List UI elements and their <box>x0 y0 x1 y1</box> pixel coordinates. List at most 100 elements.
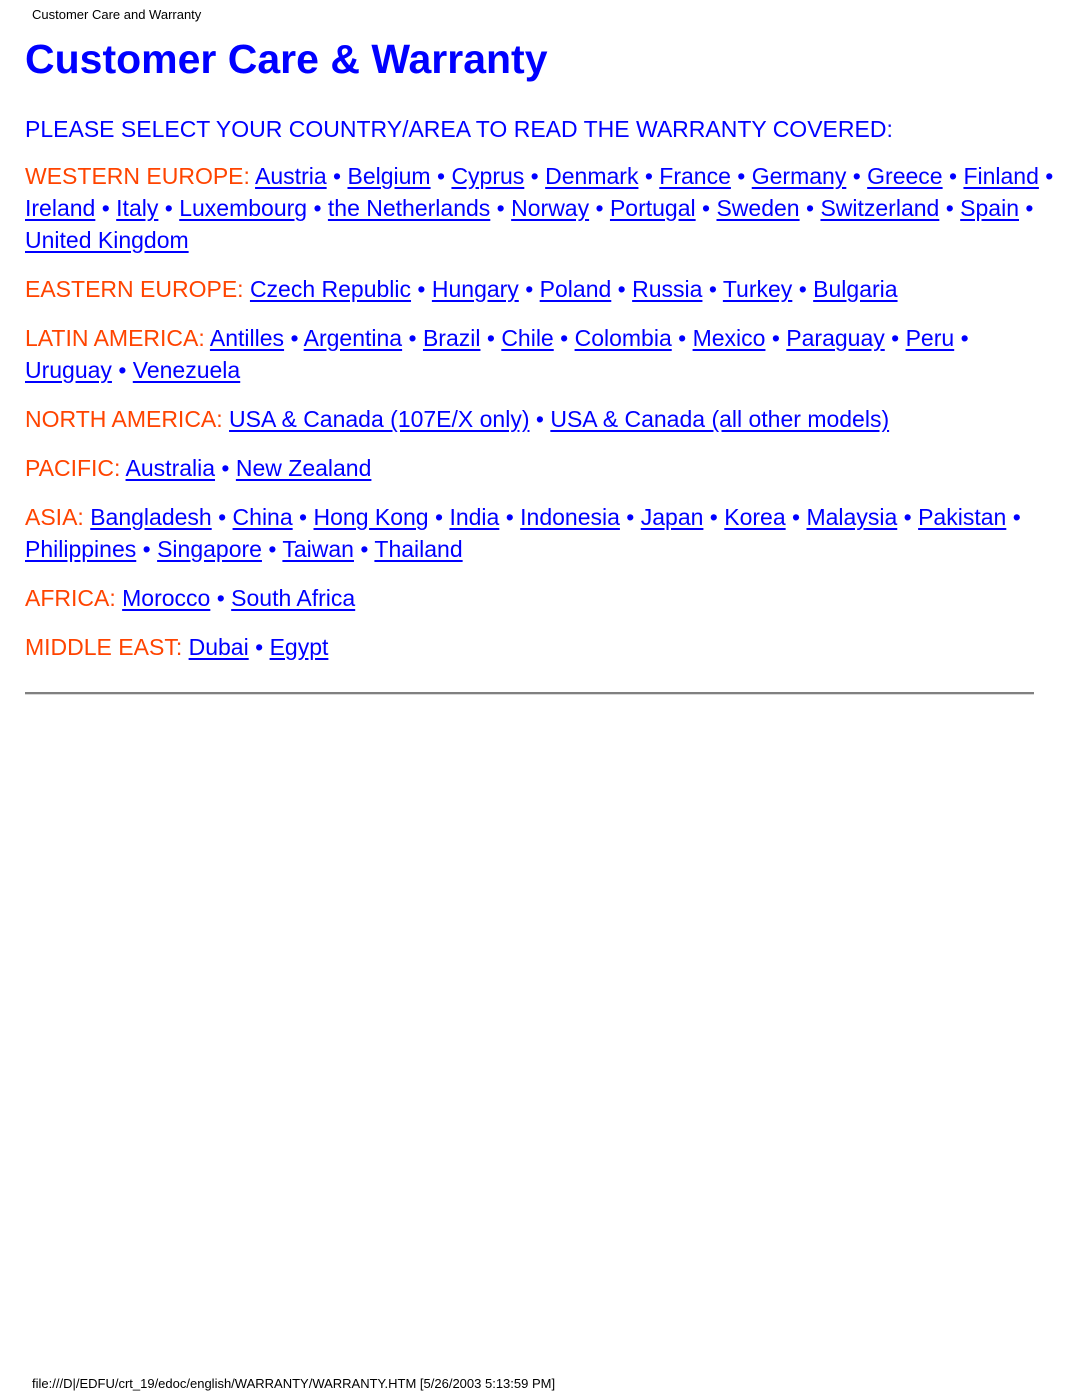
country-link[interactable]: Korea <box>724 504 785 530</box>
bullet-separator: • <box>284 325 304 351</box>
bullet-separator: • <box>954 325 969 351</box>
country-link[interactable]: Greece <box>867 163 942 189</box>
country-link[interactable]: Finland <box>963 163 1038 189</box>
country-link[interactable]: Pakistan <box>918 504 1006 530</box>
country-link[interactable]: Spain <box>960 195 1019 221</box>
country-link[interactable]: Malaysia <box>806 504 897 530</box>
bullet-separator: • <box>765 325 787 351</box>
bullet-separator: • <box>402 325 423 351</box>
bullet-separator: • <box>695 195 717 221</box>
country-link[interactable]: Luxembourg <box>179 195 307 221</box>
country-link[interactable]: United Kingdom <box>25 227 189 253</box>
bullet-separator: • <box>611 276 633 302</box>
region-pacific: PACIFIC: Australia • New Zealand <box>25 452 1055 484</box>
country-link[interactable]: Belgium <box>347 163 430 189</box>
bullet-separator: • <box>942 163 964 189</box>
bullet-separator: • <box>326 163 348 189</box>
country-link[interactable]: Czech Republic <box>250 276 411 302</box>
bullet-separator: • <box>897 504 919 530</box>
bullet-separator: • <box>619 504 641 530</box>
region-label: PACIFIC: <box>25 455 121 481</box>
bullet-separator: • <box>785 504 807 530</box>
country-link[interactable]: Denmark <box>545 163 638 189</box>
bullet-separator: • <box>524 163 546 189</box>
country-link[interactable]: Hong Kong <box>314 504 429 530</box>
country-link[interactable]: South Africa <box>231 585 355 611</box>
country-link[interactable]: Mexico <box>693 325 766 351</box>
region-africa: AFRICA: Morocco • South Africa <box>25 582 1055 614</box>
country-link[interactable]: Dubai <box>189 634 249 660</box>
country-link[interactable]: Argentina <box>304 325 402 351</box>
country-link[interactable]: USA & Canada (107E/X only) <box>229 406 529 432</box>
bullet-separator: • <box>111 357 133 383</box>
bullet-separator: • <box>671 325 693 351</box>
region-label: LATIN AMERICA: <box>25 325 205 351</box>
bullet-separator: • <box>589 195 610 221</box>
country-link[interactable]: China <box>233 504 293 530</box>
country-link[interactable]: Ireland <box>25 195 95 221</box>
country-link[interactable]: the Netherlands <box>328 195 490 221</box>
country-link[interactable]: India <box>449 504 499 530</box>
bullet-separator: • <box>248 634 270 660</box>
country-link[interactable]: Colombia <box>575 325 672 351</box>
country-link[interactable]: Hungary <box>432 276 519 302</box>
country-link[interactable]: Bangladesh <box>90 504 212 530</box>
country-link[interactable]: Turkey <box>723 276 792 302</box>
country-link[interactable]: Thailand <box>374 536 462 562</box>
country-link[interactable]: Indonesia <box>520 504 620 530</box>
country-link[interactable]: USA & Canada (all other models) <box>550 406 889 432</box>
region-label: EASTERN EUROPE: <box>25 276 244 302</box>
bullet-separator: • <box>430 163 452 189</box>
country-link[interactable]: France <box>659 163 731 189</box>
bullet-separator: • <box>411 276 432 302</box>
country-link[interactable]: Antilles <box>210 325 284 351</box>
country-link[interactable]: Brazil <box>423 325 481 351</box>
bullet-separator: • <box>292 504 314 530</box>
region-western-europe: WESTERN EUROPE: Austria • Belgium • Cypr… <box>25 160 1055 256</box>
bullet-separator: • <box>210 585 232 611</box>
bullet-separator: • <box>158 195 180 221</box>
country-link[interactable]: Norway <box>511 195 589 221</box>
country-link[interactable]: Italy <box>116 195 158 221</box>
bullet-separator: • <box>490 195 512 221</box>
country-link[interactable]: Taiwan <box>282 536 354 562</box>
country-link[interactable]: New Zealand <box>236 455 372 481</box>
country-link[interactable]: Germany <box>752 163 847 189</box>
country-link[interactable]: Australia <box>126 455 215 481</box>
country-link[interactable]: Egypt <box>270 634 329 660</box>
print-footer: file:///D|/EDFU/crt_19/edoc/english/WARR… <box>32 1376 556 1391</box>
region-label: WESTERN EUROPE: <box>25 163 250 189</box>
country-link[interactable]: Portugal <box>610 195 696 221</box>
bullet-separator: • <box>553 325 575 351</box>
country-link[interactable]: Russia <box>632 276 702 302</box>
country-link[interactable]: Cyprus <box>451 163 524 189</box>
bullet-separator: • <box>846 163 868 189</box>
country-link[interactable]: Singapore <box>157 536 262 562</box>
country-link[interactable]: Switzerland <box>820 195 939 221</box>
country-link[interactable]: Chile <box>501 325 553 351</box>
bullet-separator: • <box>261 536 283 562</box>
region-north-america: NORTH AMERICA: USA & Canada (107E/X only… <box>25 403 1055 435</box>
country-link[interactable]: Japan <box>641 504 704 530</box>
region-label: NORTH AMERICA: <box>25 406 223 432</box>
bullet-separator: • <box>499 504 521 530</box>
country-link[interactable]: Philippines <box>25 536 136 562</box>
region-list: WESTERN EUROPE: Austria • Belgium • Cypr… <box>25 160 1055 680</box>
country-link[interactable]: Austria <box>255 163 327 189</box>
country-link[interactable]: Peru <box>906 325 955 351</box>
bullet-separator: • <box>518 276 540 302</box>
country-link[interactable]: Paraguay <box>786 325 884 351</box>
bullet-separator: • <box>211 504 233 530</box>
country-link[interactable]: Uruguay <box>25 357 112 383</box>
bullet-separator: • <box>480 325 502 351</box>
region-label: AFRICA: <box>25 585 116 611</box>
country-link[interactable]: Morocco <box>122 585 210 611</box>
bullet-separator: • <box>1006 504 1021 530</box>
country-link[interactable]: Poland <box>540 276 612 302</box>
country-link[interactable]: Venezuela <box>133 357 240 383</box>
country-link[interactable]: Sweden <box>716 195 799 221</box>
bullet-separator: • <box>703 504 725 530</box>
bullet-separator: • <box>730 163 752 189</box>
country-link[interactable]: Bulgaria <box>813 276 897 302</box>
region-label: MIDDLE EAST: <box>25 634 183 660</box>
